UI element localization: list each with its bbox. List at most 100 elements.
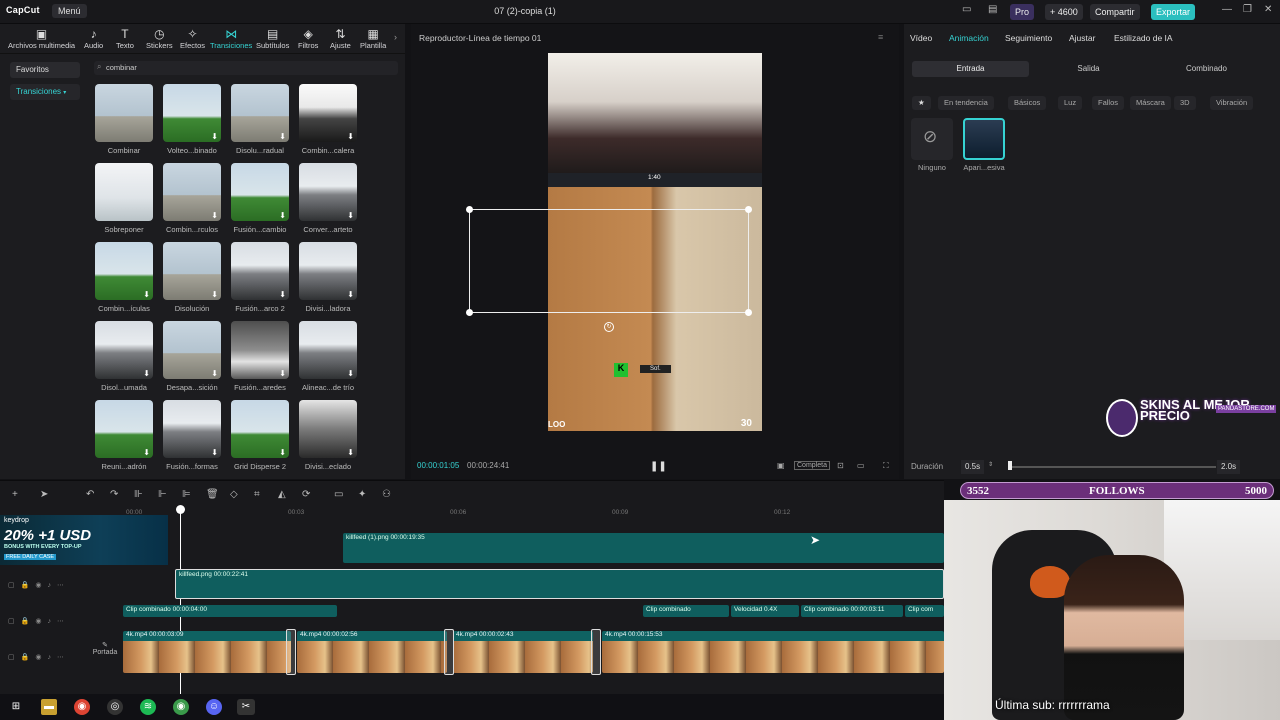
compound-clip-3[interactable]: Clip combinado 00:00:03:11 (801, 605, 903, 617)
tab-efectos[interactable]: ✧ Efectos (180, 27, 205, 51)
video-clip-3[interactable]: 4k.mp4 00:00:02:43 (453, 631, 593, 673)
pause-icon[interactable]: ❚❚ (650, 461, 667, 472)
compound-clip-1[interactable]: Clip combinado 00:00:04:00 (123, 605, 337, 617)
tab-animation[interactable]: Animación (949, 33, 989, 43)
delete-icon[interactable]: 🗑 (206, 489, 219, 500)
person-icon[interactable]: ⚇ (382, 489, 391, 500)
resize-handle[interactable] (466, 309, 473, 316)
transition-thumbnail[interactable]: ⬇ (163, 242, 221, 300)
compound-clip-4[interactable]: Clip com (905, 605, 944, 617)
transition-marker[interactable] (444, 629, 454, 675)
animation-selected[interactable] (963, 118, 1005, 160)
split-left-icon[interactable]: ⊩ (158, 489, 167, 500)
tab-video[interactable]: Vídeo (910, 33, 932, 43)
transition-thumbnail[interactable]: ⬇ (299, 163, 357, 221)
playhead-handle[interactable] (176, 505, 185, 514)
transition-thumbnail[interactable]: ⬇ (231, 242, 289, 300)
split-right-icon[interactable]: ⊫ (182, 489, 191, 500)
screenshot-icon[interactable]: ⊡ (837, 461, 844, 470)
transition-thumbnail[interactable]: ⬇ (95, 242, 153, 300)
download-icon[interactable]: ⬇ (347, 290, 354, 299)
download-icon[interactable]: ⬇ (279, 132, 286, 141)
video-clip-2[interactable]: 4k.mp4 00:00:02:56 (297, 631, 447, 673)
subtab-in[interactable]: Entrada (912, 61, 1029, 77)
download-icon[interactable]: ⬇ (143, 369, 150, 378)
transition-marker[interactable] (591, 629, 601, 675)
transition-thumbnail[interactable]: ⬇ (231, 321, 289, 379)
download-icon[interactable]: ⬇ (211, 290, 218, 299)
favorites-star-icon[interactable]: ★ (912, 96, 931, 110)
stepper-icon[interactable]: ⇕ (988, 461, 993, 468)
credits-badge[interactable]: + 4600 (1045, 4, 1083, 20)
transition-thumbnail[interactable]: ⬇ (95, 400, 153, 458)
subtab-out[interactable]: Salida (1030, 61, 1147, 77)
download-icon[interactable]: ⬇ (279, 290, 286, 299)
chip-en-tendencia[interactable]: En tendencia (938, 96, 994, 110)
transition-thumbnail[interactable]: ⬇ (299, 321, 357, 379)
transition-thumbnail[interactable]: ⬇ (231, 400, 289, 458)
speed-clip[interactable]: Velocidad 0.4X (731, 605, 799, 617)
view-mode-button[interactable]: Completa (794, 461, 830, 470)
resize-handle[interactable] (745, 206, 752, 213)
layout-icon[interactable]: ▭ (962, 4, 971, 15)
transition-thumbnail[interactable]: ⬇ (163, 84, 221, 142)
tab-archivos-multimedia[interactable]: ▣ Archivos multimedia (8, 27, 75, 51)
killfeed-track-2[interactable]: killfeed.png 00:00:22:41 (175, 569, 944, 599)
split-icon[interactable]: ⊪ (134, 489, 143, 500)
chip-3d[interactable]: 3D (1174, 96, 1196, 110)
discord-icon[interactable]: ☺ (206, 699, 222, 715)
chip-luz[interactable]: Luz (1058, 96, 1083, 110)
tab-texto[interactable]: T Texto (116, 27, 134, 51)
download-icon[interactable]: ⬇ (279, 211, 286, 220)
download-icon[interactable]: ⬇ (347, 369, 354, 378)
pro-badge[interactable]: Pro (1010, 4, 1035, 20)
duration-max[interactable]: 2.0s (1217, 460, 1241, 474)
search-input[interactable]: combinar (94, 61, 398, 75)
file-explorer-icon[interactable]: ▬ (41, 699, 57, 715)
player-menu-icon[interactable]: ≡ (878, 32, 883, 42)
download-icon[interactable]: ⬇ (211, 369, 218, 378)
download-icon[interactable]: ⬇ (279, 448, 286, 457)
download-icon[interactable]: ⬇ (211, 132, 218, 141)
tab-stickers[interactable]: ◷ Stickers (146, 27, 173, 51)
redo-icon[interactable]: ↷ (110, 489, 118, 500)
transition-thumbnail[interactable]: ⬇ (299, 400, 357, 458)
download-icon[interactable]: ⬇ (347, 211, 354, 220)
track-controls[interactable]: ▢🔒◉♪⋯ (8, 581, 70, 589)
sidebar-item-favorites[interactable]: Favoritos (10, 62, 80, 78)
ratio-icon[interactable]: ▭ (857, 461, 865, 470)
tab-plantilla[interactable]: ▦ Plantilla (360, 27, 386, 51)
transition-thumbnail[interactable] (95, 84, 153, 142)
transition-marker[interactable] (286, 629, 296, 675)
tab-subtítulos[interactable]: ▤ Subtítulos (256, 27, 289, 51)
download-icon[interactable]: ⬇ (143, 290, 150, 299)
download-icon[interactable]: ⬇ (143, 448, 150, 457)
compound-clip-2[interactable]: Clip combinado (643, 605, 729, 617)
time-ruler[interactable]: 00:00 00:03 00:06 00:09 00:12 (123, 509, 944, 519)
download-icon[interactable]: ⬇ (347, 132, 354, 141)
resize-handle[interactable] (745, 309, 752, 316)
tab-ajuste[interactable]: ⇅ Ajuste (330, 27, 351, 51)
shortcuts-icon[interactable]: ▤ (988, 4, 997, 15)
rotate-clip-icon[interactable]: ⟳ (302, 489, 310, 500)
rotate-icon[interactable]: ↻ (604, 322, 614, 332)
transition-thumbnail[interactable]: ⬇ (231, 163, 289, 221)
slider-handle[interactable] (1008, 461, 1012, 470)
fullscreen-icon[interactable]: ⛶ (883, 461, 889, 471)
sidebar-item-transitions[interactable]: Transiciones ▾ (10, 84, 80, 100)
windows-start-icon[interactable]: ⊞ (8, 699, 24, 715)
add-track-icon[interactable]: + (12, 489, 18, 500)
subtab-combo[interactable]: Combinado (1148, 61, 1265, 77)
capcut-icon[interactable]: ✂ (237, 699, 255, 715)
mirror-icon[interactable]: ◭ (278, 489, 286, 500)
transition-thumbnail[interactable]: ⬇ (231, 84, 289, 142)
chip-fallos[interactable]: Fallos (1092, 96, 1125, 110)
track-controls[interactable]: ▢🔒◉♪⋯ (8, 653, 70, 661)
track-controls[interactable]: ▢🔒◉♪⋯ (8, 617, 70, 625)
freeze-icon[interactable]: ▭ (334, 489, 343, 500)
duration-slider[interactable] (1008, 466, 1216, 468)
transition-thumbnail[interactable] (95, 163, 153, 221)
ai-icon[interactable]: ✦ (358, 489, 366, 500)
download-icon[interactable]: ⬇ (279, 369, 286, 378)
spotify-icon[interactable]: ≋ (140, 699, 156, 715)
